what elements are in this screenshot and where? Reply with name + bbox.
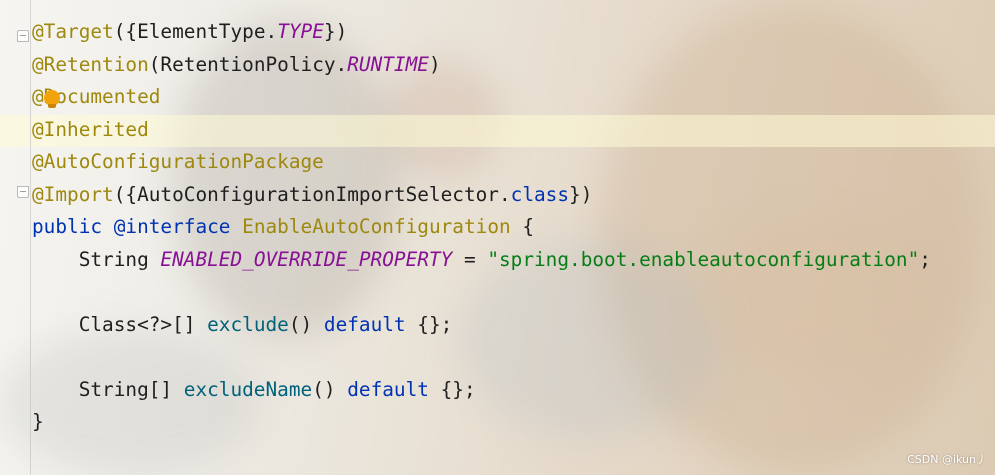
code-token: "spring.boot.enableautoconfiguration": [487, 247, 920, 271]
code-token: {: [510, 215, 535, 238]
code-token: excludeName: [183, 377, 313, 401]
code-token: String: [32, 247, 161, 271]
code-token: TYPE: [277, 20, 324, 43]
code-token: (): [288, 312, 324, 336]
code-token: @Retention: [32, 52, 149, 76]
code-token: (RetentionPolicy.: [148, 52, 348, 76]
code-token: ): [428, 52, 441, 76]
fold-marker-icon[interactable]: [17, 186, 29, 198]
code-token: =: [452, 247, 488, 271]
code-token: @interface: [113, 215, 243, 238]
code-token: ({AutoConfigurationImportSelector.: [113, 182, 511, 206]
code-line[interactable]: [32, 341, 931, 374]
code-token: EnableAutoConfiguration: [242, 215, 511, 238]
code-line[interactable]: @Import({AutoConfigurationImportSelector…: [32, 179, 931, 212]
code-line[interactable]: @Inherited: [32, 114, 931, 147]
code-token: @AutoConfigurationPackage: [32, 150, 324, 173]
code-token: exclude: [207, 312, 289, 336]
code-token: String[]: [32, 377, 184, 401]
fold-marker-icon[interactable]: [17, 30, 29, 42]
code-token: {};: [405, 312, 453, 336]
code-token: Class<?>[]: [32, 312, 208, 336]
code-token: {};: [428, 377, 476, 401]
code-token: @Import: [32, 182, 114, 206]
code-token: ({ElementType.: [113, 20, 278, 43]
watermark: CSDN @ikun丿: [907, 453, 987, 466]
code-line[interactable]: @Target({ElementType.TYPE}): [32, 16, 931, 49]
editor-gutter: [30, 0, 31, 475]
code-line[interactable]: @Retention(RetentionPolicy.RUNTIME): [32, 49, 931, 82]
code-token: default: [347, 377, 429, 401]
code-line[interactable]: public @interface EnableAutoConfiguratio…: [32, 211, 931, 244]
code-token: @Target: [32, 20, 114, 43]
code-editor[interactable]: @Target({ElementType.TYPE}) @Retention(Re…: [32, 16, 931, 439]
code-token: }): [323, 20, 348, 43]
code-line[interactable]: String ENABLED_OVERRIDE_PROPERTY = "spri…: [32, 244, 931, 277]
code-token: }): [569, 182, 593, 206]
code-token: ;: [919, 247, 931, 271]
code-line[interactable]: [32, 276, 931, 309]
code-line[interactable]: Class<?>[] exclude() default {};: [32, 309, 931, 342]
code-token: class: [510, 182, 570, 206]
lightbulb-icon[interactable]: [44, 90, 60, 108]
code-line[interactable]: @Documented: [32, 81, 931, 114]
code-line[interactable]: @AutoConfigurationPackage: [32, 146, 931, 179]
code-token: }: [32, 410, 44, 433]
code-token: @Inherited: [32, 117, 149, 141]
code-token: RUNTIME: [347, 52, 429, 76]
code-token: (): [312, 377, 348, 401]
code-token: ENABLED_OVERRIDE_PROPERTY: [160, 247, 453, 271]
code-token: default: [323, 312, 406, 336]
code-line[interactable]: String[] excludeName() default {};: [32, 374, 931, 407]
code-line[interactable]: }: [32, 406, 931, 439]
code-token: public: [32, 215, 114, 238]
